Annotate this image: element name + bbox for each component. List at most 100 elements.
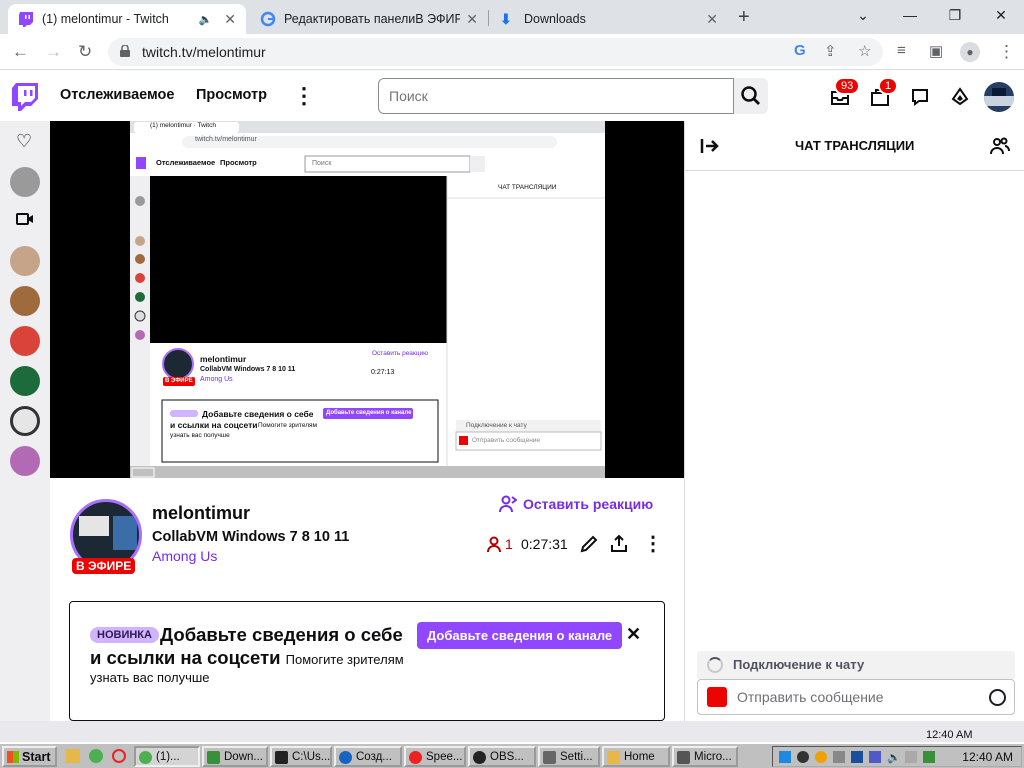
twitch-logo-icon[interactable] (12, 83, 38, 111)
inner-card-sub: Помогите зрителям (258, 422, 318, 429)
taskbar-home[interactable]: Home (602, 746, 670, 767)
tab-downloads[interactable]: ⬇ Downloads ✕ (490, 4, 728, 34)
tray-app-icon[interactable] (797, 751, 809, 763)
taskbar-downloads[interactable]: Down... (202, 746, 268, 767)
taskbar-cmd[interactable]: C:\Us... (270, 746, 332, 767)
viewer-person-icon (487, 536, 501, 552)
tray-app-icon[interactable] (833, 751, 845, 763)
inner-nav-browse: Просмотр (220, 158, 257, 167)
inner-card-sub2: узнать вас получше (170, 432, 230, 439)
channel-avatar[interactable] (10, 246, 40, 276)
share-icon[interactable] (609, 533, 629, 553)
forward-icon[interactable]: → (45, 42, 62, 62)
minimize-button[interactable]: — (895, 4, 925, 26)
side-panel-icon[interactable]: ▣ (929, 42, 943, 60)
viewer-number: 1 (505, 536, 513, 552)
inner-url: twitch.tv/melontimur (195, 136, 257, 143)
close-tab-icon[interactable]: ✕ (466, 11, 478, 28)
lock-icon (120, 45, 130, 57)
nav-browse[interactable]: Просмотр (196, 87, 267, 103)
channel-avatar[interactable] (10, 286, 40, 316)
close-tab-icon[interactable]: ✕ (224, 11, 236, 28)
chrome-menu-icon[interactable]: ⋮ (998, 42, 1015, 62)
channel-avatar[interactable] (10, 366, 40, 396)
taskbar-clock[interactable]: 12:40 AM (962, 750, 1013, 764)
twitch-favicon-icon (19, 12, 33, 27)
bookmark-star-icon[interactable]: ☆ (858, 42, 871, 60)
tray-app-icon[interactable] (869, 751, 881, 763)
search-button[interactable] (734, 78, 768, 114)
video-player[interactable]: (1) melontimur · Twitch twitch.tv/melont… (50, 121, 684, 478)
maximize-button[interactable]: ❐ (940, 4, 970, 26)
tab-edit-panels[interactable]: Редактировать панелиВ ЭФИРЕ ✕ (250, 4, 488, 34)
tray-app-icon[interactable] (923, 751, 935, 763)
inner-placeholder: Отправить сообщение (472, 437, 541, 444)
camera-icon[interactable] (707, 687, 727, 707)
channel-avatar[interactable] (10, 326, 40, 356)
taskbar-settings[interactable]: Setti... (538, 746, 600, 767)
react-button[interactable]: Оставить реакцию (499, 495, 653, 513)
start-button[interactable]: Start (2, 746, 57, 767)
windows-logo-icon (7, 751, 19, 763)
taskbar-create[interactable]: Созд... (334, 746, 402, 767)
taskbar: Start (1)... Down... C:\Us... Созд... Sp… (0, 742, 1024, 768)
opera-quicklaunch-icon[interactable] (112, 749, 126, 763)
google-lens-icon[interactable]: G (794, 42, 806, 59)
stream-title: CollabVM Windows 7 8 10 11 (152, 529, 350, 545)
profile-icon[interactable]: ● (960, 42, 980, 62)
channel-avatar[interactable] (10, 446, 40, 476)
search-input[interactable] (378, 78, 734, 114)
more-options-icon[interactable]: ⋮ (643, 531, 663, 556)
stream-uptime: 0:27:31 (521, 536, 568, 552)
heart-icon[interactable]: ♡ (16, 131, 32, 152)
inner-react: Оставить реакцию (372, 350, 428, 357)
explorer-quicklaunch-icon[interactable] (66, 749, 80, 763)
taskbar-chrome[interactable]: (1)... (134, 746, 200, 767)
edit-pencil-icon[interactable] (579, 534, 599, 554)
taskbar-label: (1)... (156, 751, 180, 763)
more-menu-icon[interactable]: ⋮ (293, 83, 315, 109)
inner-card-heading: Добавьте сведения о себе (202, 409, 314, 419)
back-icon[interactable]: ← (12, 42, 29, 62)
nav-following[interactable]: Отслеживаемое (60, 87, 174, 103)
emote-picker-icon[interactable] (989, 689, 1006, 706)
tray-app-icon[interactable] (815, 751, 827, 763)
connecting-text: Подключение к чату (733, 657, 865, 672)
tray-app-icon[interactable] (851, 751, 863, 763)
tab-search-chevron-icon[interactable]: ⌄ (848, 4, 878, 26)
new-tab-button[interactable]: + (738, 6, 750, 29)
clock-overlay: 12:40 AM (926, 729, 973, 741)
reload-icon[interactable]: ↻ (78, 42, 92, 62)
collapse-chat-icon[interactable] (700, 137, 720, 155)
add-channel-info-button[interactable]: Добавьте сведения о канале (417, 622, 623, 649)
download-icon: ⬇ (500, 11, 512, 27)
inbox-count-badge: 1 (878, 77, 899, 95)
video-camera-icon[interactable] (16, 210, 34, 228)
tray-app-icon[interactable] (779, 751, 791, 763)
close-tab-icon[interactable]: ✕ (706, 11, 718, 28)
bits-icon[interactable] (950, 87, 970, 107)
close-window-button[interactable]: ✕ (986, 4, 1016, 26)
media-controls-icon[interactable]: ≡ (897, 42, 906, 59)
channel-avatar[interactable] (10, 406, 40, 436)
inner-live: В ЭФИРЕ (165, 378, 193, 384)
community-icon[interactable] (990, 136, 1010, 156)
chrome-quicklaunch-icon[interactable] (89, 749, 103, 763)
speaker-icon[interactable]: 🔈 (199, 13, 213, 26)
taskbar-obs[interactable]: OBS... (468, 746, 536, 767)
share-icon[interactable]: ⇪ (824, 42, 837, 60)
search-icon (741, 86, 760, 105)
network-icon[interactable] (905, 751, 917, 763)
channel-avatar[interactable] (10, 167, 40, 197)
chat-message-input[interactable]: Отправить сообщение (697, 679, 1015, 715)
taskbar-microsoft[interactable]: Micro... (672, 746, 738, 767)
close-icon[interactable]: ✕ (626, 624, 641, 645)
channel-name[interactable]: melontimur (152, 503, 250, 524)
tab-twitch[interactable]: (1) melontimur - Twitch 🔈 ✕ (8, 4, 246, 34)
game-link[interactable]: Among Us (152, 548, 217, 564)
address-bar[interactable]: twitch.tv/melontimur G ⇪ ☆ (108, 38, 883, 66)
user-avatar[interactable] (984, 82, 1014, 112)
volume-icon[interactable]: 🔊 (887, 751, 901, 764)
taskbar-speedtest[interactable]: Spee... (404, 746, 466, 767)
whispers-icon[interactable] (910, 87, 930, 107)
